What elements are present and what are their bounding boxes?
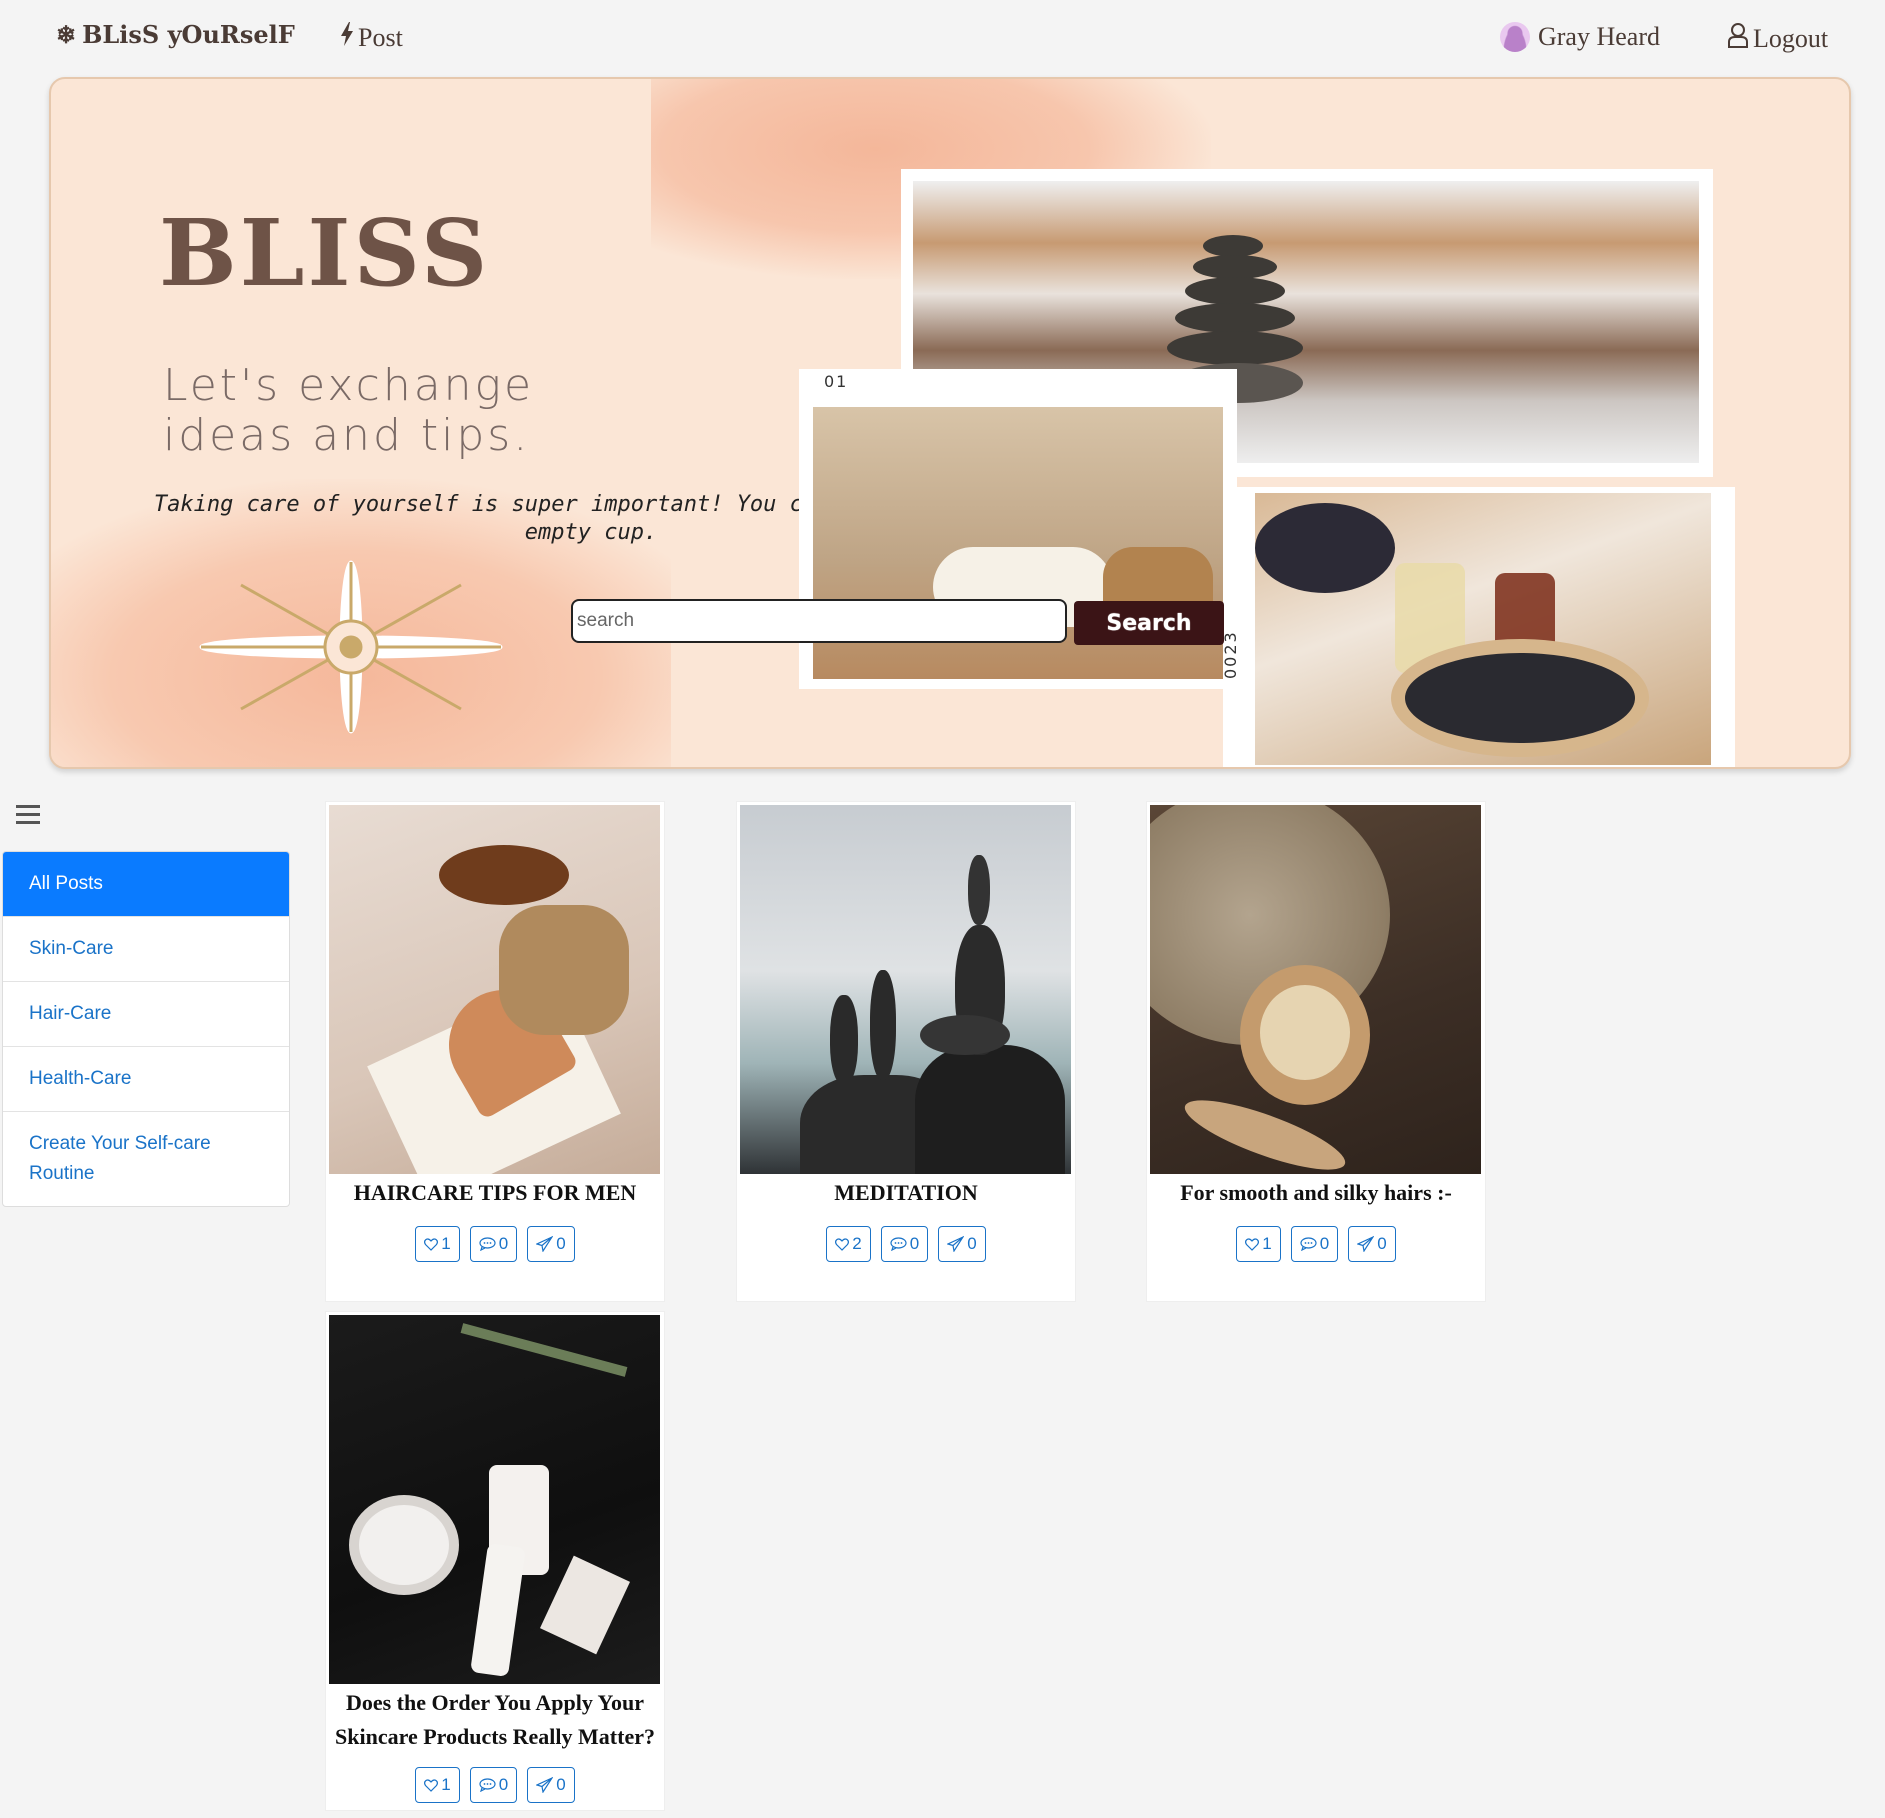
brand-name: BLisS yOuRselF — [82, 20, 295, 49]
nav-post-label: Post — [358, 22, 403, 52]
logout-link[interactable]: Logout — [1727, 22, 1828, 55]
comment-count: 0 — [909, 1234, 920, 1253]
post-actions: 1 0 0 — [326, 1767, 664, 1803]
post-image[interactable] — [329, 1315, 660, 1684]
comment-button[interactable]: 0 — [880, 1226, 929, 1262]
heart-icon — [424, 1778, 439, 1792]
share-button[interactable]: 0 — [527, 1226, 575, 1262]
oils-image — [1255, 493, 1711, 765]
logout-label: Logout — [1753, 23, 1829, 53]
post-card[interactable]: For smooth and silky hairs :- 1 0 0 — [1146, 801, 1486, 1302]
like-count: 1 — [441, 1775, 451, 1794]
chat-icon — [1300, 1237, 1317, 1251]
post-title[interactable]: Does the Order You Apply Your Skincare P… — [326, 1686, 664, 1754]
heart-icon — [424, 1237, 439, 1251]
lightning-icon — [340, 22, 354, 53]
sidebar-item-create-routine[interactable]: Create Your Self-care Routine — [3, 1112, 289, 1206]
post-title[interactable]: MEDITATION — [737, 1176, 1075, 1210]
send-icon — [536, 1777, 554, 1793]
post-image[interactable] — [329, 805, 660, 1174]
avatar — [1500, 22, 1530, 52]
post-actions: 1 0 0 — [326, 1226, 664, 1262]
brand-link[interactable]: ❄ BLisS yOuRselF — [56, 20, 295, 49]
heart-icon — [835, 1237, 850, 1251]
comment-count: 0 — [498, 1775, 509, 1794]
comment-count: 0 — [498, 1234, 509, 1253]
post-actions: 2 0 0 — [737, 1226, 1075, 1262]
like-count: 1 — [1262, 1234, 1272, 1253]
comment-count: 0 — [1319, 1234, 1330, 1253]
post-card[interactable]: Does the Order You Apply Your Skincare P… — [325, 1311, 665, 1811]
heart-icon — [1245, 1237, 1260, 1251]
search-input[interactable] — [571, 599, 1067, 643]
nav-post-link[interactable]: Post — [340, 22, 403, 53]
like-button[interactable]: 1 — [1236, 1226, 1281, 1262]
user-outline-icon — [1727, 22, 1749, 55]
post-title[interactable]: HAIRCARE TIPS FOR MEN — [326, 1176, 664, 1210]
category-sidebar: All Posts Skin-Care Hair-Care Health-Car… — [2, 851, 290, 1207]
share-count: 0 — [556, 1234, 566, 1253]
send-icon — [1357, 1236, 1375, 1252]
send-icon — [947, 1236, 965, 1252]
share-button[interactable]: 0 — [527, 1767, 575, 1803]
share-count: 0 — [967, 1234, 977, 1253]
chat-icon — [890, 1237, 907, 1251]
comment-button[interactable]: 0 — [469, 1767, 518, 1803]
nav-user-link[interactable]: Gray Heard — [1500, 22, 1660, 52]
like-button[interactable]: 2 — [826, 1226, 871, 1262]
chat-icon — [479, 1237, 496, 1251]
share-count: 0 — [556, 1775, 566, 1794]
hamburger-icon[interactable] — [16, 805, 40, 825]
like-button[interactable]: 1 — [415, 1226, 460, 1262]
share-button[interactable]: 0 — [938, 1226, 986, 1262]
photo-label-01: 01 — [824, 372, 849, 391]
hero-banner: BLISS Let's exchange ideas and tips. Tak… — [49, 77, 1851, 769]
like-count: 2 — [852, 1234, 862, 1253]
post-image[interactable] — [1150, 805, 1481, 1174]
hero-subtitle: Let's exchange ideas and tips. — [163, 360, 535, 461]
mandala-decoration — [199, 560, 503, 734]
post-card[interactable]: MEDITATION 2 0 0 — [736, 801, 1076, 1302]
share-button[interactable]: 0 — [1348, 1226, 1396, 1262]
post-actions: 1 0 0 — [1147, 1226, 1485, 1262]
sidebar-item-skin-care[interactable]: Skin-Care — [3, 917, 289, 982]
navbar: ❄ BLisS yOuRselF Post Gray Heard Logout — [0, 0, 1885, 76]
comment-button[interactable]: 0 — [469, 1226, 518, 1262]
user-name: Gray Heard — [1538, 22, 1660, 51]
like-count: 1 — [441, 1234, 451, 1253]
sidebar-item-all-posts[interactable]: All Posts — [3, 852, 289, 917]
sidebar-item-health-care[interactable]: Health-Care — [3, 1047, 289, 1112]
hero-title: BLISS — [159, 199, 491, 307]
chat-icon — [479, 1778, 496, 1792]
snowflake-icon: ❄ — [56, 20, 77, 49]
share-count: 0 — [1377, 1234, 1387, 1253]
search-button[interactable]: Search — [1074, 601, 1224, 645]
post-title[interactable]: For smooth and silky hairs :- — [1147, 1176, 1485, 1210]
sidebar-item-hair-care[interactable]: Hair-Care — [3, 982, 289, 1047]
comment-button[interactable]: 0 — [1290, 1226, 1339, 1262]
send-icon — [536, 1236, 554, 1252]
like-button[interactable]: 1 — [415, 1767, 460, 1803]
post-card[interactable]: HAIRCARE TIPS FOR MEN 1 0 0 — [325, 801, 665, 1302]
post-image[interactable] — [740, 805, 1071, 1174]
